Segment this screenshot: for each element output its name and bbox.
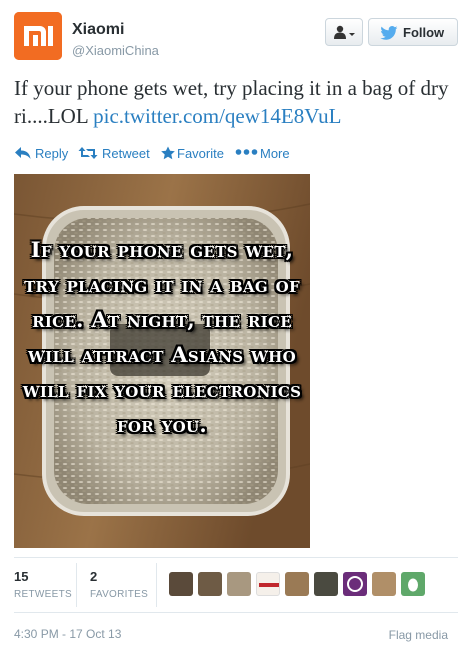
- account-handle[interactable]: @XiaomiChina: [72, 43, 159, 58]
- tweet-media-link[interactable]: pic.twitter.com/qew14E8VuL: [93, 104, 341, 128]
- flag-media-link[interactable]: Flag media: [389, 628, 448, 642]
- follow-button[interactable]: Follow: [368, 18, 458, 46]
- favorites-count: 2: [90, 569, 98, 584]
- user-dropdown-icon: [334, 25, 355, 39]
- avatar[interactable]: [256, 572, 280, 596]
- avatar[interactable]: [285, 572, 309, 596]
- retweet-icon: [78, 147, 98, 159]
- tweet-timestamp[interactable]: 4:30 PM - 17 Oct 13: [14, 627, 121, 641]
- image-caption: If your phone gets wet, try placing it i…: [22, 237, 302, 437]
- avatar[interactable]: [372, 572, 396, 596]
- follow-label: Follow: [403, 25, 445, 40]
- xiaomi-logo-avatar[interactable]: [14, 12, 62, 60]
- twitter-bird-icon: [380, 26, 398, 40]
- favorite-label: Favorite: [177, 146, 224, 161]
- more-dots-icon: [235, 149, 258, 155]
- avatar[interactable]: [343, 572, 367, 596]
- tweet-photo[interactable]: If your phone gets wet, try placing it i…: [14, 174, 310, 548]
- reply-label: Reply: [35, 146, 69, 161]
- tweet-stats: 15 RETWEETS 2 FAVORITES: [14, 563, 458, 609]
- account-name[interactable]: Xiaomi: [72, 21, 124, 39]
- avatar[interactable]: [227, 572, 251, 596]
- tweet-header: Xiaomi @XiaomiChina Follow: [14, 12, 458, 64]
- user-actions-button[interactable]: [325, 18, 363, 46]
- avatar[interactable]: [401, 572, 425, 596]
- tweet-text: If your phone gets wet, try placing it i…: [14, 74, 462, 130]
- star-icon: [161, 146, 175, 160]
- favorites-label: FAVORITES: [90, 589, 149, 600]
- retweet-label: Retweet: [102, 146, 150, 161]
- avatar[interactable]: [198, 572, 222, 596]
- stats-separator: [76, 563, 77, 607]
- stats-separator: [156, 563, 157, 607]
- retweets-stat[interactable]: 15 RETWEETS: [14, 569, 72, 600]
- stats-bottom-divider: [14, 612, 458, 613]
- stats-top-divider: [14, 557, 458, 558]
- favorites-stat[interactable]: 2 FAVORITES: [90, 569, 148, 600]
- avatar[interactable]: [169, 572, 193, 596]
- avatar[interactable]: [314, 572, 338, 596]
- retweets-count: 15: [14, 569, 29, 584]
- retweets-label: RETWEETS: [14, 589, 72, 600]
- more-label: More: [260, 146, 290, 161]
- reply-icon: [15, 147, 31, 159]
